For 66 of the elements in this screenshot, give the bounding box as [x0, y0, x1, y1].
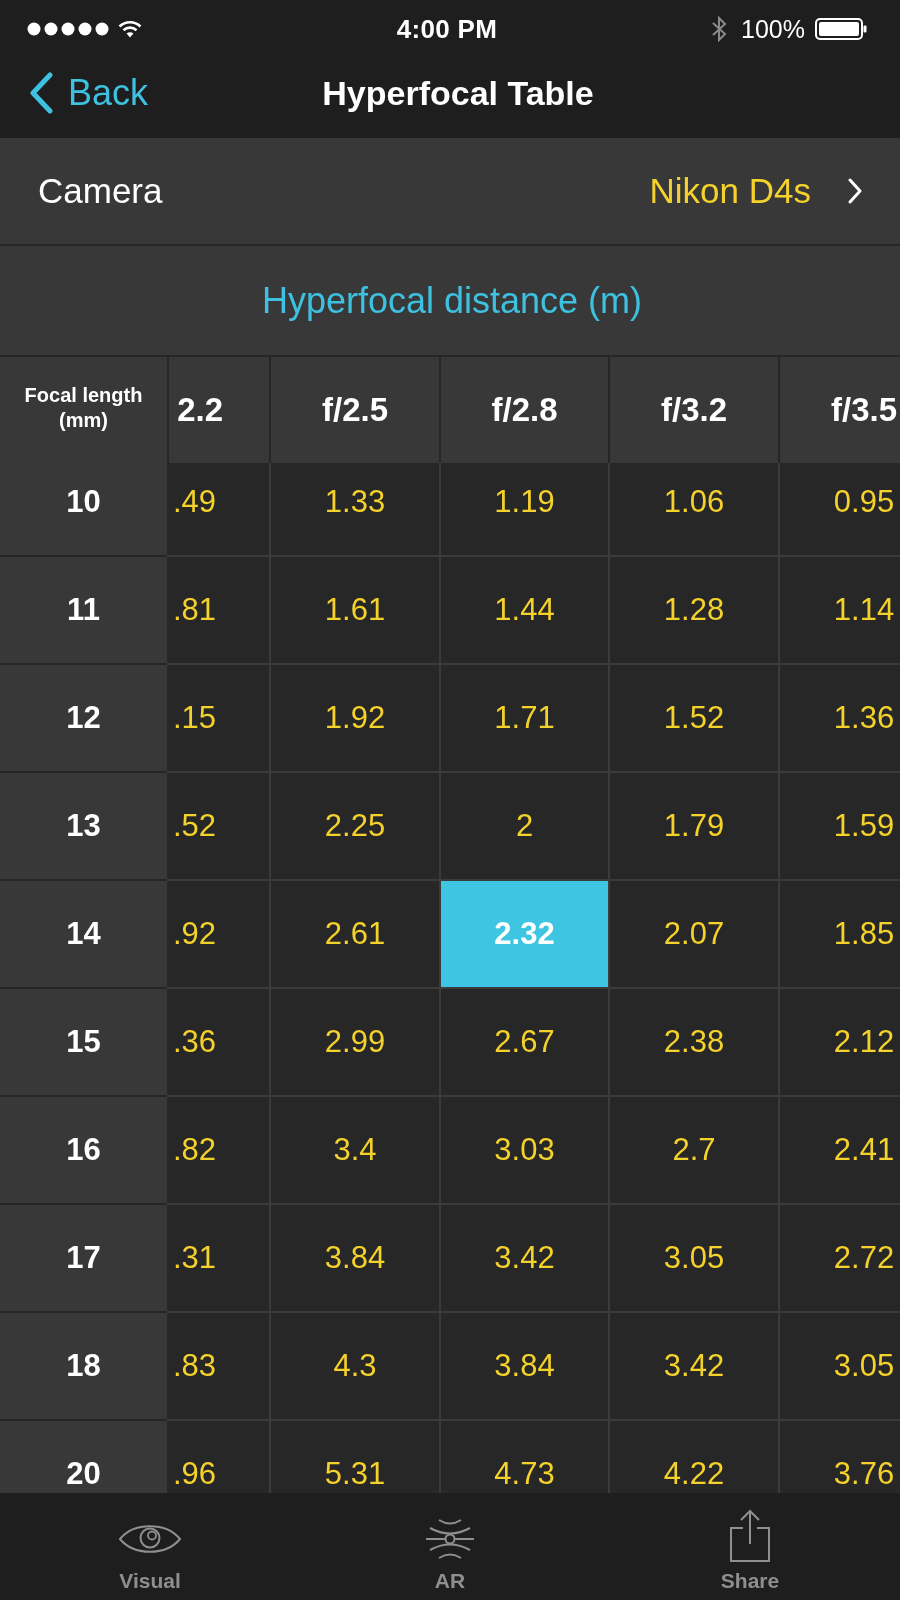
table-cell[interactable]: 4.73	[439, 1419, 608, 1493]
table-cell[interactable]: 3.84	[269, 1203, 439, 1311]
table-cell[interactable]: 4.3	[269, 1311, 439, 1419]
signal-strength-icon	[27, 22, 109, 36]
table-cell[interactable]: 1.92	[269, 663, 439, 771]
table-cell[interactable]: 2.41	[778, 1095, 900, 1203]
table-cell[interactable]: 2.67	[439, 987, 608, 1095]
table-cell[interactable]: 2.7	[608, 1095, 778, 1203]
bluetooth-icon	[711, 16, 728, 42]
table-cell[interactable]: 2.61	[269, 879, 439, 987]
table-cell[interactable]: 1.14	[778, 555, 900, 663]
table-cell[interactable]: 2.25	[269, 771, 439, 879]
row-header: 18	[0, 1311, 167, 1419]
row-header: 20	[0, 1419, 167, 1493]
table-cell[interactable]: 1.61	[269, 555, 439, 663]
table-cell[interactable]: 1.28	[608, 555, 778, 663]
table-cell[interactable]: 3.42	[439, 1203, 608, 1311]
table-cell[interactable]: 3.4	[269, 1095, 439, 1203]
wifi-icon	[118, 20, 142, 38]
table-cell[interactable]: 3.03	[439, 1095, 608, 1203]
table-cell[interactable]: 1.44	[439, 555, 608, 663]
row-header: 15	[0, 987, 167, 1095]
table-cell[interactable]: 2.12	[778, 987, 900, 1095]
table-cell[interactable]: 3.05	[778, 1311, 900, 1419]
table-cell[interactable]: 2	[439, 771, 608, 879]
table-cell[interactable]: 2.99	[269, 987, 439, 1095]
battery-icon	[815, 18, 867, 40]
table-cell[interactable]: 4.22	[608, 1419, 778, 1493]
row-header: 16	[0, 1095, 167, 1203]
camera-label: Camera	[38, 171, 164, 211]
tab-bar-button[interactable]: Share	[710, 1496, 790, 1597]
column-header: f/3.5	[778, 357, 900, 463]
camera-row[interactable]: Camera Nikon D4s	[0, 138, 900, 246]
table-cell[interactable]: 3.05	[608, 1203, 778, 1311]
chevron-left-icon	[28, 72, 54, 114]
row-header: 13	[0, 771, 167, 879]
row-header: 11	[0, 555, 167, 663]
table-cell[interactable]: 1.59	[778, 771, 900, 879]
row-header: 12	[0, 663, 167, 771]
tab-bar-button[interactable]: AR	[415, 1496, 485, 1597]
table-cell[interactable]: 3.42	[608, 1311, 778, 1419]
table-cell[interactable]: 2.07	[608, 879, 778, 987]
chevron-right-icon	[847, 178, 863, 204]
table-cell[interactable]: 5.31	[269, 1419, 439, 1493]
back-button[interactable]: Back	[24, 70, 153, 116]
screen-title: Hyperfocal Table	[321, 73, 594, 113]
battery-percentage: 100%	[741, 14, 805, 44]
status-time: 4:00 PM	[396, 13, 498, 45]
table-cell[interactable]: 1.36	[778, 663, 900, 771]
table-cell[interactable]: 1.85	[778, 879, 900, 987]
table-cell[interactable]: 1.71	[439, 663, 608, 771]
table-cell[interactable]: 2.38	[608, 987, 778, 1095]
row-header: 10	[0, 463, 167, 555]
table-title: Hyperfocal distance (m)	[261, 279, 643, 322]
camera-value: Nikon D4s	[649, 171, 811, 211]
tab-bar-button[interactable]: Visual	[108, 1496, 192, 1597]
table-cell[interactable]: 3.76	[778, 1419, 900, 1493]
table-cell[interactable]: 1.79	[608, 771, 778, 879]
table-cell[interactable]: 1.52	[608, 663, 778, 771]
row-header: 14	[0, 879, 167, 987]
eye-icon	[118, 1522, 182, 1555]
horizon-arcs-icon	[425, 1516, 475, 1561]
share-icon	[729, 1508, 771, 1563]
table-cell[interactable]: 2.72	[778, 1203, 900, 1311]
row-header: 17	[0, 1203, 167, 1311]
table-cell[interactable]: 3.84	[439, 1311, 608, 1419]
